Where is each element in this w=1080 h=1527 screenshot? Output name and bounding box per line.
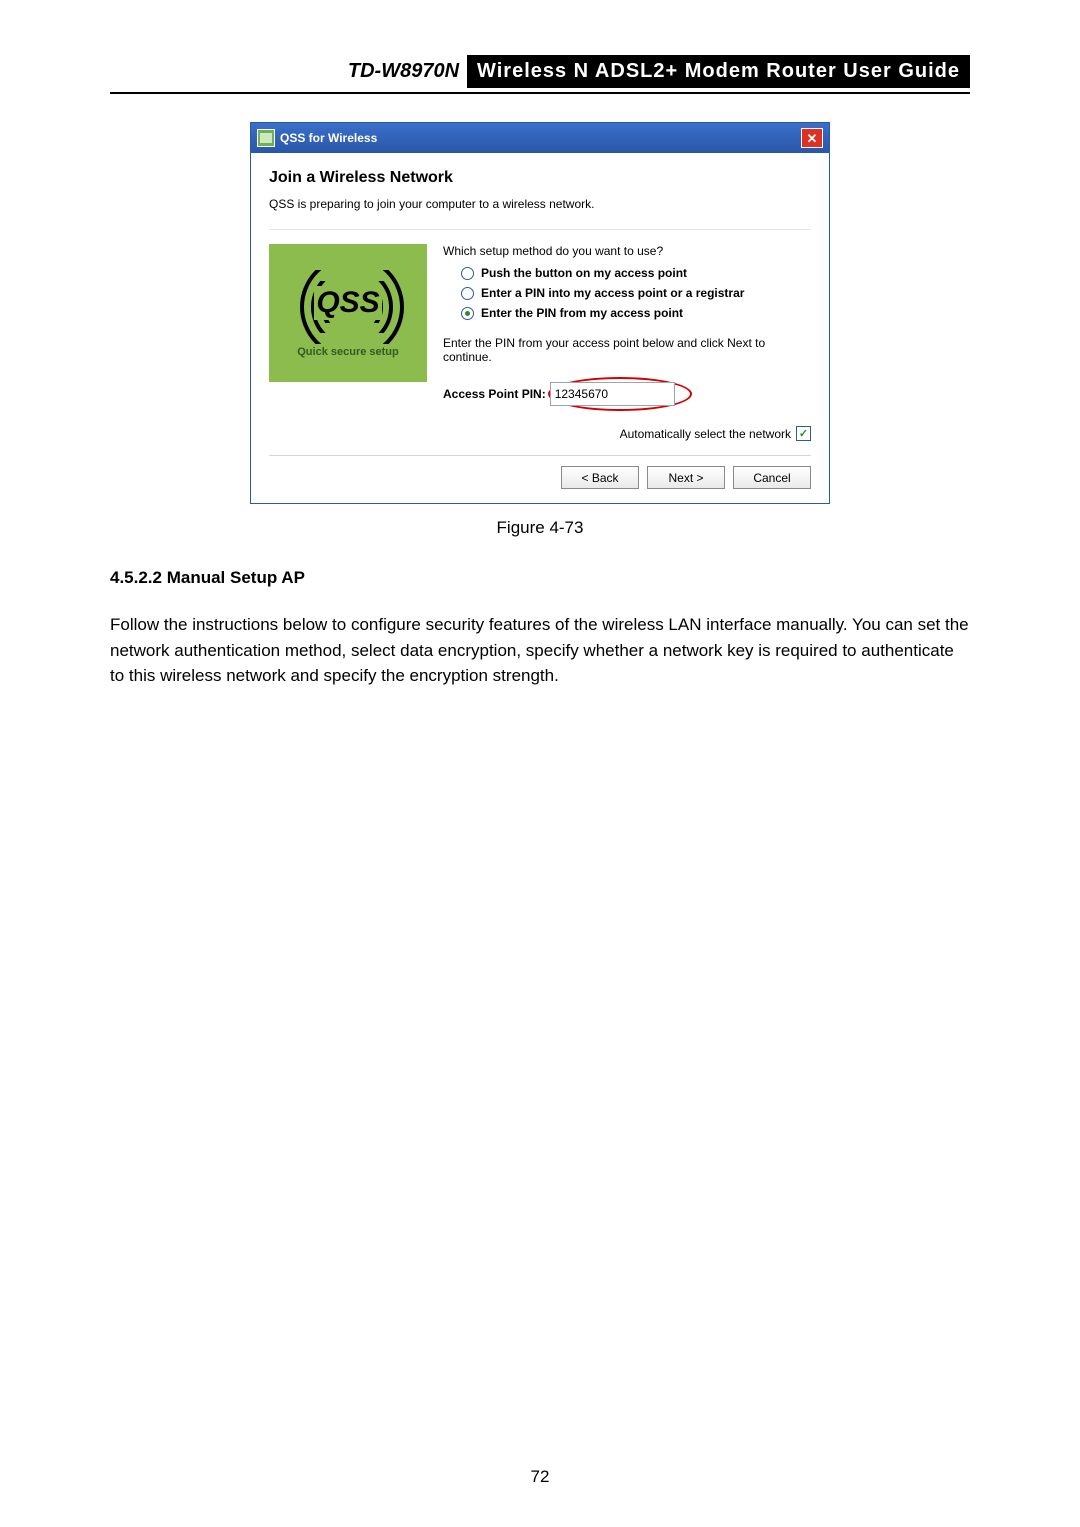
guide-title: Wireless N ADSL2+ Modem Router User Guid… bbox=[467, 55, 970, 88]
qss-logo-icon: QSS bbox=[288, 268, 408, 338]
option-push-button[interactable]: Push the button on my access point bbox=[461, 266, 811, 280]
dialog-heading: Join a Wireless Network bbox=[269, 169, 811, 187]
back-button[interactable]: < Back bbox=[561, 466, 639, 489]
setup-prompt: Which setup method do you want to use? bbox=[443, 244, 811, 258]
option-label: Enter a PIN into my access point or a re… bbox=[481, 286, 744, 300]
option-label: Push the button on my access point bbox=[481, 266, 687, 280]
option-label: Enter the PIN from my access point bbox=[481, 306, 683, 320]
radio-icon[interactable] bbox=[461, 267, 474, 280]
option-enter-pin-from-ap[interactable]: Enter the PIN from my access point bbox=[461, 306, 811, 320]
qss-caption: Quick secure setup bbox=[297, 346, 399, 358]
pin-label: Access Point PIN: bbox=[443, 387, 546, 401]
section-paragraph: Follow the instructions below to configu… bbox=[110, 612, 970, 689]
titlebar: QSS for Wireless ✕ bbox=[251, 123, 829, 153]
auto-select-checkbox[interactable]: ✓ bbox=[796, 426, 811, 441]
pin-input[interactable] bbox=[550, 382, 675, 406]
auto-select-label: Automatically select the network bbox=[620, 427, 791, 441]
model-number: TD-W8970N bbox=[348, 60, 459, 83]
next-button[interactable]: Next > bbox=[647, 466, 725, 489]
option-enter-pin-into-ap[interactable]: Enter a PIN into my access point or a re… bbox=[461, 286, 811, 300]
titlebar-text: QSS for Wireless bbox=[280, 131, 801, 145]
page-number: 72 bbox=[0, 1467, 1080, 1487]
cancel-button[interactable]: Cancel bbox=[733, 466, 811, 489]
qss-dialog: QSS for Wireless ✕ Join a Wireless Netwo… bbox=[250, 122, 830, 504]
page-header: TD-W8970N Wireless N ADSL2+ Modem Router… bbox=[110, 55, 970, 94]
dialog-subtext: QSS is preparing to join your computer t… bbox=[269, 197, 811, 211]
radio-icon[interactable] bbox=[461, 307, 474, 320]
app-icon bbox=[257, 129, 275, 147]
close-icon[interactable]: ✕ bbox=[801, 128, 823, 148]
radio-icon[interactable] bbox=[461, 287, 474, 300]
section-heading: 4.5.2.2 Manual Setup AP bbox=[110, 568, 970, 588]
figure-caption: Figure 4-73 bbox=[110, 518, 970, 538]
pin-instruction: Enter the PIN from your access point bel… bbox=[443, 336, 811, 364]
qss-logo-panel: QSS Quick secure setup bbox=[269, 244, 427, 382]
